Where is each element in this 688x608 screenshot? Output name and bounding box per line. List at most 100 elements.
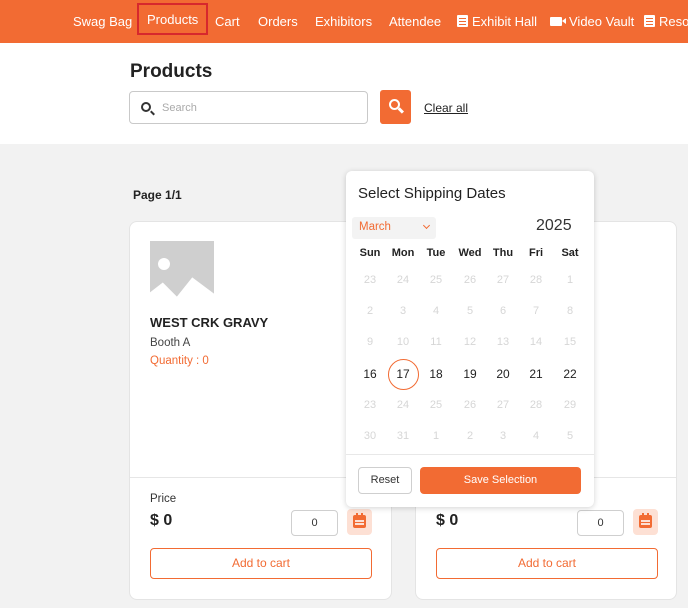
calendar-day: 1 [432, 430, 440, 442]
calendar-day: 24 [396, 274, 410, 286]
calendar-day[interactable]: 18 [421, 359, 452, 390]
search-box[interactable] [129, 91, 368, 124]
shipping-date-button[interactable] [633, 509, 658, 535]
calendar-day: 25 [429, 274, 443, 286]
nav-item-resources[interactable]: Resou [644, 0, 688, 43]
nav-item-label: Exhibit Hall [472, 14, 538, 29]
video-camera-icon [550, 17, 566, 26]
month-select-value: March [359, 221, 391, 233]
search-button[interactable] [380, 90, 411, 124]
nav-item-label: Products [147, 12, 199, 27]
nav-item-products[interactable]: Products [137, 3, 209, 35]
month-select[interactable]: March [352, 217, 436, 239]
calendar-day: 28 [529, 274, 543, 286]
weekday-header: Sun [359, 247, 381, 259]
nav-item-exhibit-hall[interactable]: Exhibit Hall [457, 0, 537, 43]
add-to-cart-button[interactable]: Add to cart [436, 548, 658, 579]
calendar-day-selected[interactable]: 17 [387, 359, 419, 390]
calendar-day: 2 [366, 305, 374, 317]
product-image-placeholder-icon [150, 241, 214, 305]
price-value: $ 0 [436, 512, 459, 529]
document-icon [644, 15, 655, 27]
calendar-day[interactable]: 20 [488, 359, 519, 390]
calendar-day: 3 [399, 305, 407, 317]
weekday-header: Mon [391, 247, 415, 259]
quantity-input[interactable]: 0 [291, 510, 338, 536]
nav-item-attendee[interactable]: Attendee [389, 0, 441, 43]
calendar-day: 1 [566, 274, 574, 286]
calendar-day[interactable]: 19 [455, 359, 486, 390]
calendar-day: 28 [529, 399, 543, 411]
calendar-day: 27 [496, 274, 510, 286]
nav-item-video-vault[interactable]: Video Vault [550, 0, 634, 43]
calendar-day: 31 [396, 430, 410, 442]
nav-item-cart[interactable]: Cart [215, 0, 240, 43]
nav-item-label: Resou [659, 14, 688, 29]
add-to-cart-button[interactable]: Add to cart [150, 548, 372, 579]
calendar-day: 10 [396, 336, 410, 348]
calendar-day: 8 [566, 305, 574, 317]
mountain-shape [150, 277, 214, 305]
weekday-header: Sat [561, 247, 579, 259]
chevron-down-icon [422, 221, 431, 230]
calendar-day: 23 [363, 399, 377, 411]
nav-item-label: Swag Bag [73, 14, 133, 29]
weekday-header: Tue [426, 247, 446, 259]
calendar-day: 4 [532, 430, 540, 442]
quantity-input[interactable]: 0 [577, 510, 624, 536]
nav-item-exhibitors[interactable]: Exhibitors [315, 0, 372, 43]
reset-button[interactable]: Reset [358, 467, 412, 494]
shipping-date-picker: Select Shipping Dates March 2025 Reset S… [346, 171, 594, 507]
calendar-day: 30 [363, 430, 377, 442]
calendar-day: 4 [432, 305, 440, 317]
product-name: WEST CRK GRAVY [150, 315, 269, 330]
calendar-day: 5 [466, 305, 474, 317]
search-input[interactable] [162, 99, 352, 117]
calendar-day: 9 [366, 336, 374, 348]
calendar-icon [639, 513, 652, 528]
product-quantity: Quantity : 0 [150, 355, 209, 367]
calendar-day: 27 [496, 399, 510, 411]
nav-item-label: Orders [258, 14, 298, 29]
calendar-day: 26 [463, 399, 477, 411]
weekday-header: Wed [458, 247, 482, 259]
calendar-day: 15 [563, 336, 577, 348]
nav-item-label: Exhibitors [315, 14, 373, 29]
year-label: 2025 [536, 217, 572, 234]
shipping-date-button[interactable] [347, 509, 372, 535]
calendar-day: 23 [363, 274, 377, 286]
top-navigation: Swag Bag Products Cart Orders Exhibitors… [0, 0, 688, 43]
document-icon [457, 15, 468, 27]
weekday-header: Fri [528, 247, 544, 259]
product-booth: Booth A [150, 337, 191, 349]
clear-all-link[interactable]: Clear all [424, 101, 468, 115]
nav-item-label: Cart [215, 14, 240, 29]
calendar-day: 29 [563, 399, 577, 411]
nav-item-orders[interactable]: Orders [258, 0, 298, 43]
sun-shape [158, 258, 170, 270]
calendar-day: 24 [396, 399, 410, 411]
calendar-day: 6 [499, 305, 507, 317]
picker-title: Select Shipping Dates [358, 185, 506, 202]
calendar-day[interactable]: 22 [555, 359, 586, 390]
calendar-day: 11 [430, 336, 442, 348]
calendar-day: 25 [429, 399, 443, 411]
calendar-day: 12 [463, 336, 477, 348]
calendar-day: 3 [499, 430, 507, 442]
picker-divider [346, 454, 594, 455]
calendar-day: 5 [566, 430, 574, 442]
calendar-day: 26 [463, 274, 477, 286]
price-label: Price [150, 493, 177, 505]
weekday-header: Thu [492, 247, 514, 259]
calendar-day: 2 [466, 430, 474, 442]
calendar-day: 7 [532, 305, 540, 317]
page-indicator: Page 1/1 [133, 188, 182, 202]
calendar-day: 13 [496, 336, 510, 348]
save-selection-button[interactable]: Save Selection [420, 467, 581, 494]
search-icon [141, 102, 151, 112]
nav-item-swag-bag[interactable]: Swag Bag [73, 0, 132, 43]
calendar-icon [353, 513, 366, 528]
calendar-day[interactable]: 16 [355, 359, 386, 390]
calendar-day[interactable]: 21 [521, 359, 552, 390]
search-icon [389, 99, 400, 110]
